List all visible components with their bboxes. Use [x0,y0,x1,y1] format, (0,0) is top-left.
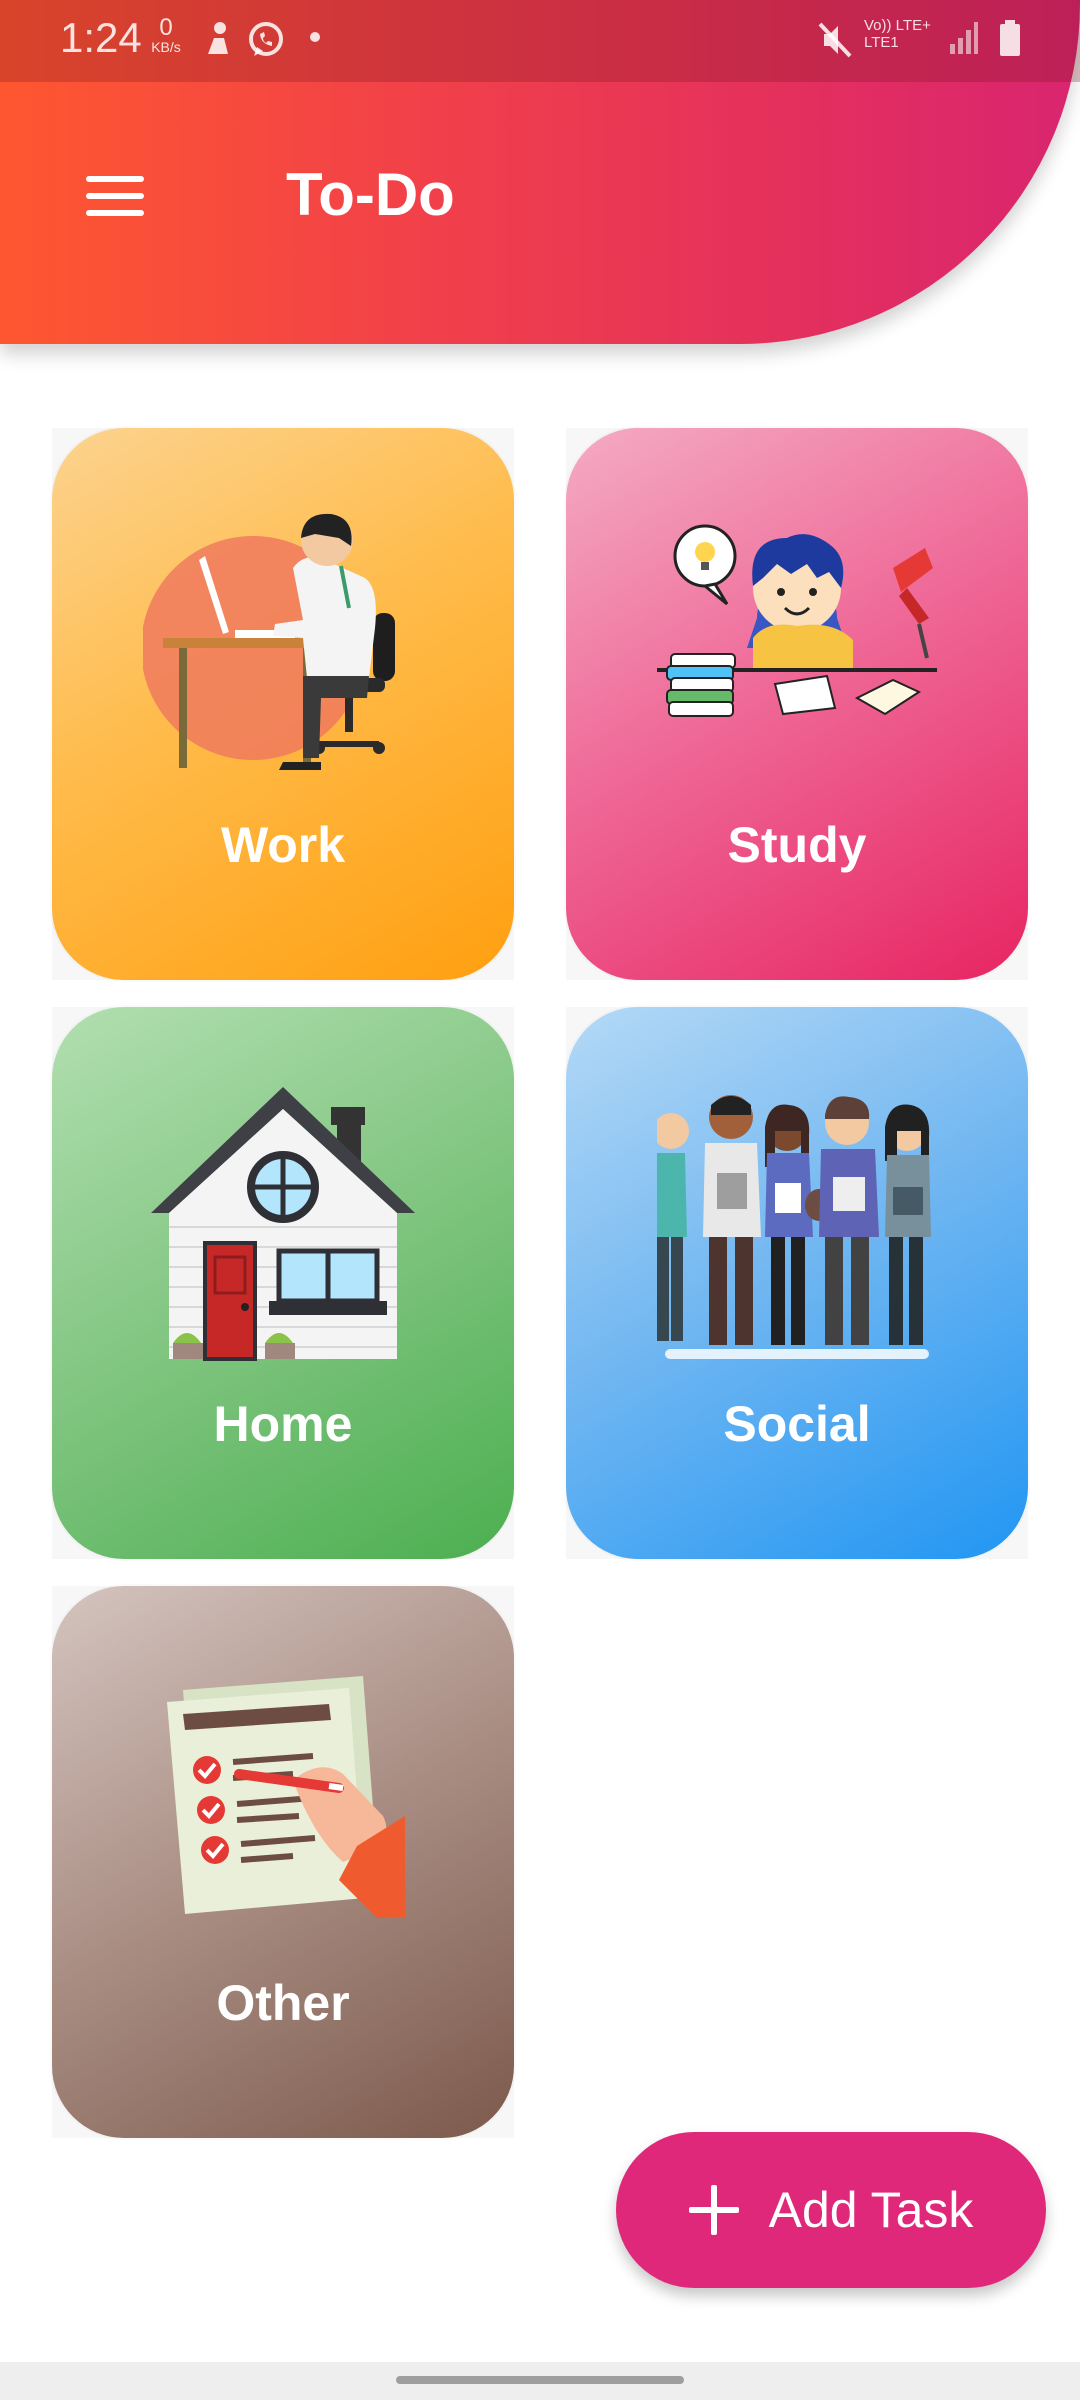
network-type-line1: Vo)) LTE+ [864,17,931,34]
page-title: To-Do [286,161,455,228]
notification-dot-icon [310,32,320,42]
whatsapp-icon [249,22,283,56]
network-speed: 0 KB/s [146,14,186,55]
category-label: Home [213,1396,353,1452]
category-card-study[interactable]: Study [566,428,1028,980]
hamburger-menu-icon [86,176,144,182]
category-card-social[interactable]: Social [566,1007,1028,1559]
house-illustration [151,1087,415,1361]
battery-icon [1000,20,1020,56]
signal-strength-icon [950,22,978,54]
add-task-label: Add Task [768,2182,974,2238]
category-card-work[interactable]: Work [52,428,514,980]
network-type-line2: LTE1 [864,33,899,51]
figure-notification-icon [208,22,228,54]
navigation-bar [0,2362,1080,2400]
menu-button[interactable] [78,166,152,226]
network-speed-value: 0 [159,14,173,41]
plus-icon [688,2185,739,2235]
student-studying-illustration [657,524,937,717]
category-label: Social [723,1396,871,1452]
category-label: Study [727,817,867,873]
checklist-illustration [167,1676,405,1918]
category-label: Other [216,1975,350,2031]
network-speed-unit: KB/s [151,39,181,55]
category-card-home[interactable]: Home [52,1007,514,1559]
status-time: 1:24 [60,14,142,61]
status-bar: 1:24 0 KB/s Vo)) LTE+ LTE1 [0,0,1080,82]
hamburger-menu-icon-bar [86,193,144,199]
add-task-button[interactable]: Add Task [616,2132,1046,2288]
network-type: Vo)) LTE+ LTE1 [864,17,931,51]
mute-icon [818,22,852,58]
person-at-desk-illustration [143,513,395,770]
group-of-people-illustration [657,1095,931,1359]
category-label: Work [220,817,346,873]
home-gesture-handle[interactable] [396,2376,684,2384]
hamburger-menu-icon-bar [86,210,144,216]
category-card-other[interactable]: Other [52,1586,514,2138]
